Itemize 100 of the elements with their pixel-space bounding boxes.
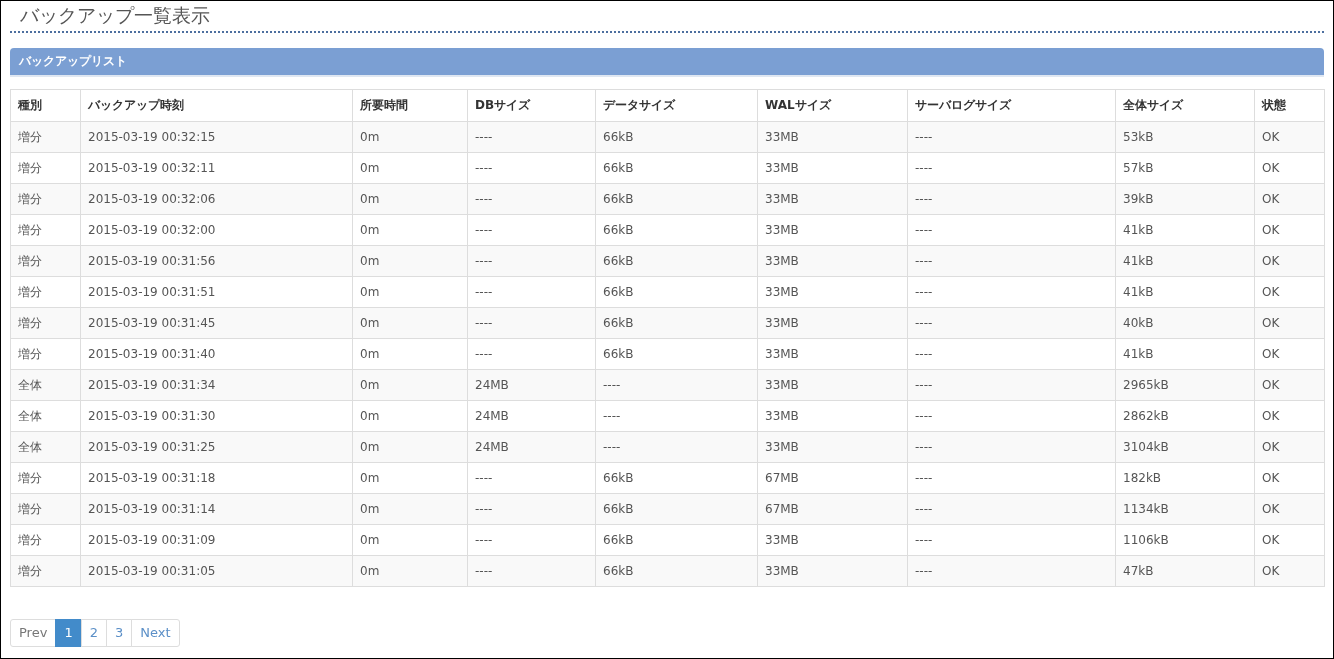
table-cell: ---- <box>595 400 758 432</box>
table-cell: 33MB <box>757 183 908 215</box>
table-cell: ---- <box>595 369 758 401</box>
table-cell: 増分 <box>10 524 81 556</box>
table-cell: 67MB <box>757 493 908 525</box>
column-header: サーバログサイズ <box>907 89 1116 122</box>
table-cell: 53kB <box>1115 121 1255 153</box>
table-cell: ---- <box>907 338 1116 370</box>
table-cell: ---- <box>907 307 1116 339</box>
table-cell: OK <box>1254 276 1325 308</box>
table-cell: OK <box>1254 524 1325 556</box>
table-cell: 0m <box>352 493 468 525</box>
table-cell: ---- <box>907 462 1116 494</box>
table-cell: 24MB <box>467 369 596 401</box>
table-cell: 2015-03-19 00:31:05 <box>80 555 353 587</box>
table-cell: 66kB <box>595 462 758 494</box>
next-page-link[interactable]: Next <box>131 619 180 647</box>
table-cell: 41kB <box>1115 245 1255 277</box>
table-cell: 66kB <box>595 555 758 587</box>
table-cell: 0m <box>352 121 468 153</box>
table-cell: 0m <box>352 307 468 339</box>
table-cell: 増分 <box>10 183 81 215</box>
table-cell: 2015-03-19 00:31:18 <box>80 462 353 494</box>
table-cell: ---- <box>467 307 596 339</box>
table-cell: 2015-03-19 00:31:45 <box>80 307 353 339</box>
table-cell: 0m <box>352 276 468 308</box>
table-cell: 33MB <box>757 400 908 432</box>
table-cell: 2015-03-19 00:31:09 <box>80 524 353 556</box>
table-cell: ---- <box>907 183 1116 215</box>
table-cell: 増分 <box>10 493 81 525</box>
table-cell: 増分 <box>10 555 81 587</box>
table-cell: ---- <box>467 152 596 184</box>
column-header: バックアップ時刻 <box>80 89 353 122</box>
table-cell: 2015-03-19 00:32:15 <box>80 121 353 153</box>
page-link[interactable]: 2 <box>80 619 107 647</box>
table-cell: 0m <box>352 431 468 463</box>
table-cell: 41kB <box>1115 214 1255 246</box>
table-cell: 0m <box>352 245 468 277</box>
table-cell: 33MB <box>757 524 908 556</box>
table-cell: 2015-03-19 00:31:51 <box>80 276 353 308</box>
table-cell: ---- <box>467 183 596 215</box>
page-link[interactable]: 1 <box>55 619 82 647</box>
column-header: 所要時間 <box>352 89 468 122</box>
table-cell: 増分 <box>10 307 81 339</box>
table-cell: 66kB <box>595 214 758 246</box>
table-cell: ---- <box>907 493 1116 525</box>
prev-page-link[interactable]: Prev <box>10 619 57 647</box>
table-cell: 0m <box>352 400 468 432</box>
table-cell: 47kB <box>1115 555 1255 587</box>
column-header: データサイズ <box>595 89 758 122</box>
table-cell: 33MB <box>757 276 908 308</box>
table-cell: 0m <box>352 338 468 370</box>
table-cell: ---- <box>467 555 596 587</box>
table-cell: 増分 <box>10 276 81 308</box>
table-cell: ---- <box>907 431 1116 463</box>
table-cell: 24MB <box>467 431 596 463</box>
table-cell: OK <box>1254 400 1325 432</box>
table-cell: 2015-03-19 00:31:56 <box>80 245 353 277</box>
table-cell: ---- <box>467 493 596 525</box>
table-cell: 66kB <box>595 121 758 153</box>
table-cell: OK <box>1254 214 1325 246</box>
table-cell: OK <box>1254 431 1325 463</box>
table-cell: 66kB <box>595 276 758 308</box>
table-cell: OK <box>1254 152 1325 184</box>
table-cell: ---- <box>467 214 596 246</box>
page-title: バックアップ一覧表示 <box>20 3 211 27</box>
table-cell: ---- <box>907 524 1116 556</box>
table-cell: 2015-03-19 00:31:30 <box>80 400 353 432</box>
table-cell: 33MB <box>757 152 908 184</box>
table-cell: 182kB <box>1115 462 1255 494</box>
table-cell: 66kB <box>595 493 758 525</box>
table-cell: 33MB <box>757 555 908 587</box>
table-cell: OK <box>1254 462 1325 494</box>
table-cell: 57kB <box>1115 152 1255 184</box>
table-cell: 33MB <box>757 245 908 277</box>
table-cell: ---- <box>467 276 596 308</box>
table-cell: 増分 <box>10 462 81 494</box>
table-cell: 全体 <box>10 400 81 432</box>
table-cell: 2015-03-19 00:32:11 <box>80 152 353 184</box>
table-cell: 1106kB <box>1115 524 1255 556</box>
table-cell: OK <box>1254 555 1325 587</box>
table-cell: OK <box>1254 307 1325 339</box>
table-cell: ---- <box>467 462 596 494</box>
table-cell: 66kB <box>595 524 758 556</box>
table-cell: 増分 <box>10 121 81 153</box>
table-cell: 0m <box>352 214 468 246</box>
table-cell: 増分 <box>10 338 81 370</box>
table-cell: 2015-03-19 00:31:14 <box>80 493 353 525</box>
table-cell: OK <box>1254 369 1325 401</box>
table-cell: 39kB <box>1115 183 1255 215</box>
table-cell: 33MB <box>757 369 908 401</box>
table-cell: 0m <box>352 524 468 556</box>
table-cell: ---- <box>907 276 1116 308</box>
table-cell: 66kB <box>595 338 758 370</box>
column-header: WALサイズ <box>757 89 908 122</box>
table-cell: ---- <box>467 338 596 370</box>
table-cell: ---- <box>907 555 1116 587</box>
table-cell: 33MB <box>757 121 908 153</box>
table-cell: 増分 <box>10 245 81 277</box>
table-cell: ---- <box>907 152 1116 184</box>
